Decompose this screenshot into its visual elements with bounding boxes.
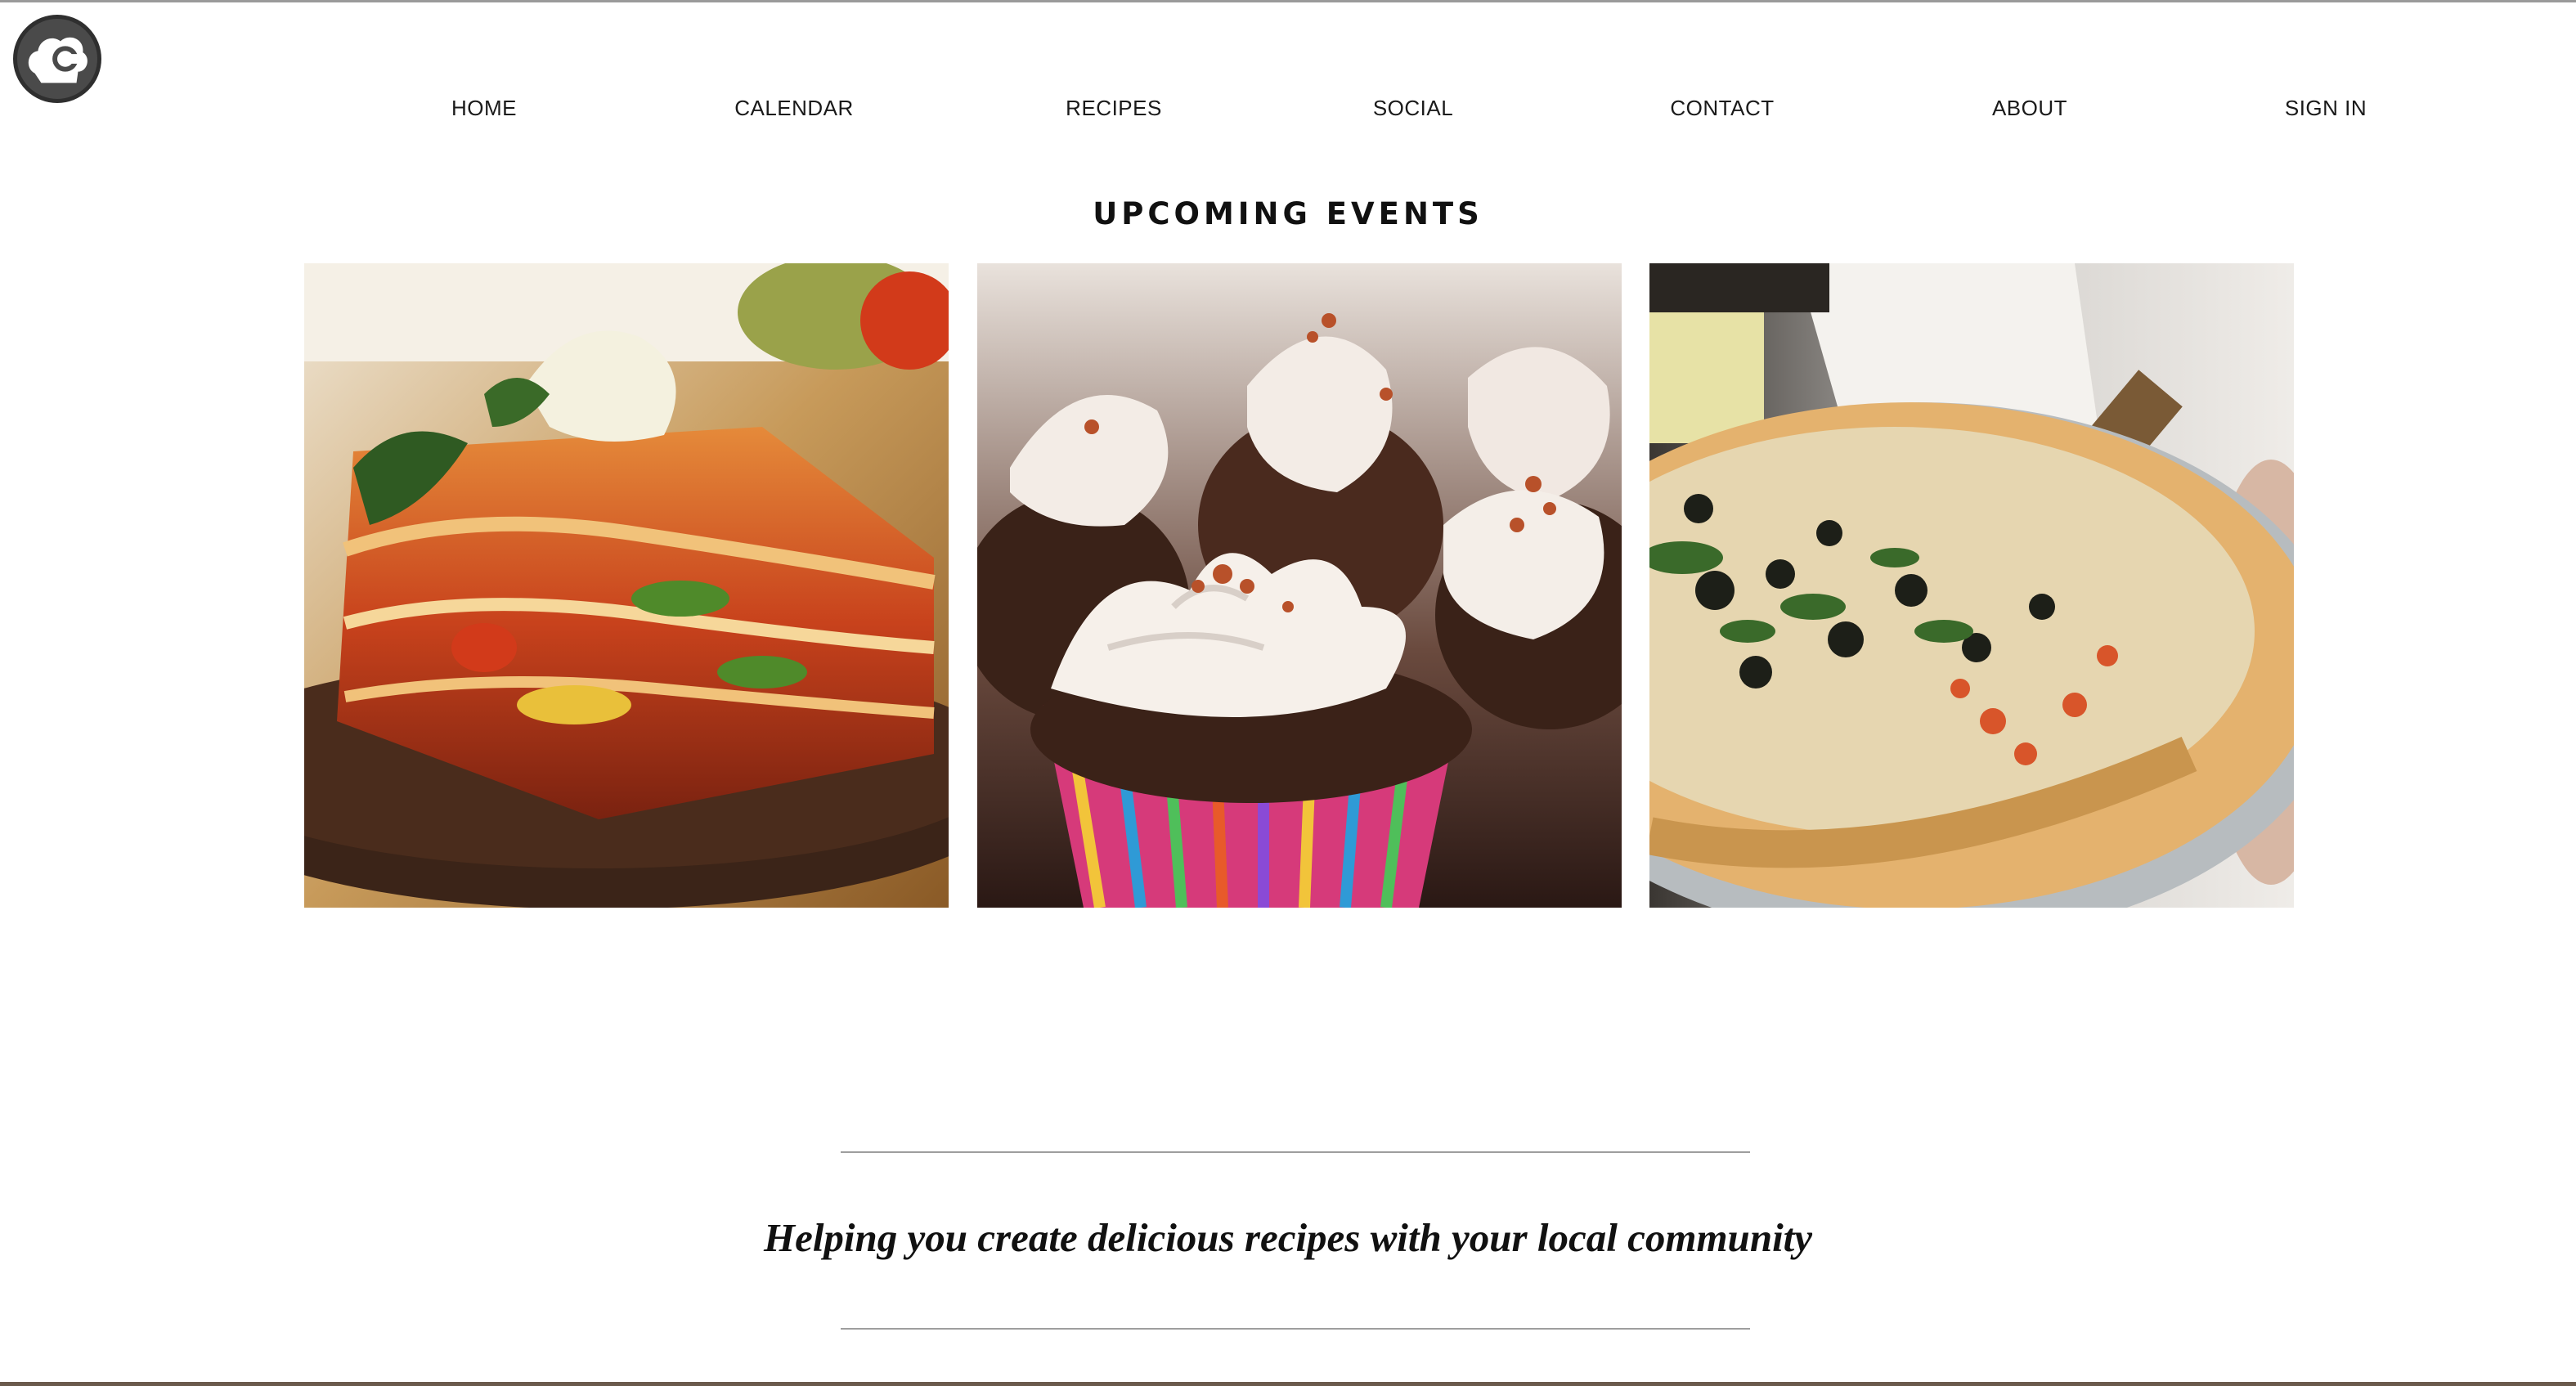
pizza-photo — [1649, 263, 2294, 908]
top-border — [0, 0, 2576, 2]
nav-sign-in[interactable]: SIGN IN — [2285, 95, 2367, 121]
cupcakes-photo — [977, 263, 1622, 908]
tagline: Helping you create delicious recipes wit… — [763, 1215, 1813, 1260]
tagline-divider-bottom — [841, 1328, 1750, 1330]
tagline-divider-top — [841, 1151, 1750, 1153]
lasagna-photo — [304, 263, 949, 908]
footer-edge — [0, 1382, 2576, 1386]
event-card-lasagna[interactable] — [304, 263, 949, 908]
nav-home[interactable]: HOME — [451, 95, 517, 121]
nav-calendar[interactable]: CALENDAR — [734, 95, 854, 121]
chef-hat-logo-icon — [18, 20, 96, 98]
nav-recipes[interactable]: RECIPES — [1066, 95, 1162, 121]
upcoming-events-title: UPCOMING EVENTS — [1093, 196, 1483, 231]
nav-about[interactable]: ABOUT — [1992, 95, 2067, 121]
nav-social[interactable]: SOCIAL — [1373, 95, 1453, 121]
site-logo[interactable] — [13, 15, 101, 103]
event-card-cupcakes[interactable] — [977, 263, 1622, 908]
event-card-pizza[interactable] — [1649, 263, 2294, 908]
nav-contact[interactable]: CONTACT — [1670, 95, 1774, 121]
